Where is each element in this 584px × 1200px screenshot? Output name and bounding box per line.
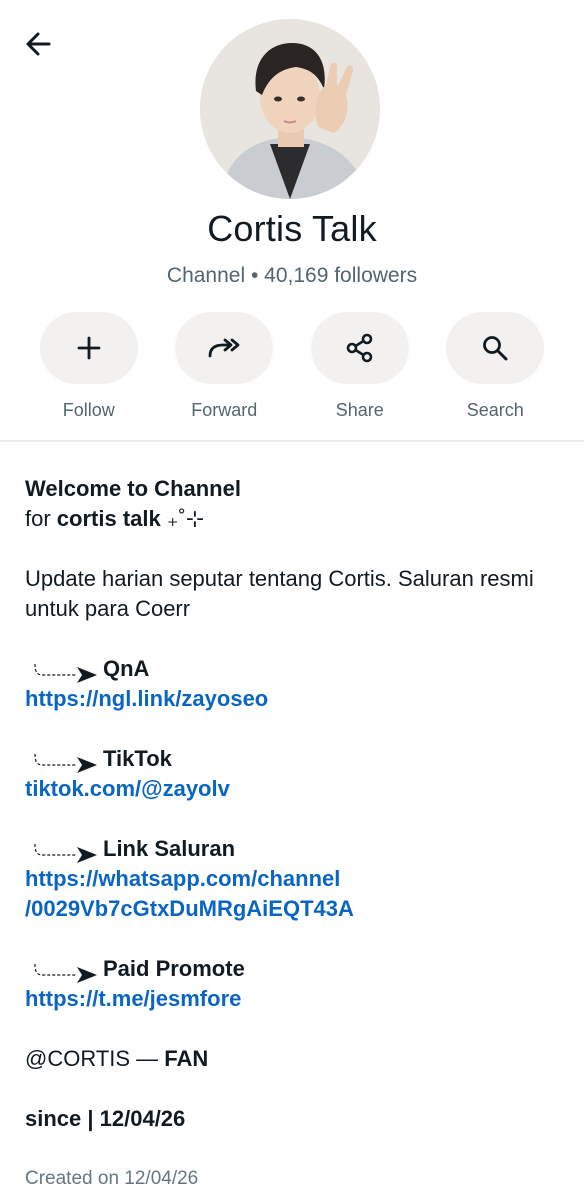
search-label: Search (466, 400, 524, 420)
qna-link[interactable]: https://ngl.link/zayoseo (25, 684, 564, 714)
arrow-left-icon (26, 32, 51, 56)
section-heading-tiktok: TikTok (25, 744, 564, 774)
forward-button[interactable]: Forward (157, 312, 291, 421)
sparkle-text: ₊˚⊹ (160, 506, 205, 531)
follow-button[interactable]: Follow (22, 312, 156, 421)
update-text: Update harian seputar tentang Cortis. Sa… (25, 566, 534, 621)
section-heading-paid-promote: Paid Promote (25, 954, 564, 984)
whatsapp-channel-link[interactable]: https://whatsapp.com/channel (25, 864, 564, 894)
curved-arrow-icon (34, 963, 97, 983)
share-icon (346, 333, 373, 363)
tiktok-link[interactable]: tiktok.com/@zayolv (25, 774, 564, 804)
curved-arrow-icon (34, 843, 97, 863)
section-heading-link-saluran: Link Saluran (25, 834, 564, 864)
plus-icon (77, 336, 101, 360)
channel-avatar[interactable] (200, 19, 380, 199)
telegram-link[interactable]: https://t.me/jesmfore (25, 984, 564, 1014)
search-button[interactable]: Search (428, 312, 562, 421)
for-name: cortis talk (56, 506, 161, 531)
divider (0, 440, 584, 442)
share-button[interactable]: Share (293, 312, 427, 421)
action-bar: Follow Forward Share Search (0, 312, 584, 421)
curved-arrow-icon (34, 663, 97, 683)
fan-line: @CORTIS — FAN (25, 1046, 209, 1071)
curved-arrow-icon (34, 753, 97, 773)
since-line: since | 12/04/26 (25, 1106, 186, 1131)
section-heading-qna: QnA (25, 654, 564, 684)
whatsapp-channel-link-cont[interactable]: /0029Vb7cGtxDuMRgAiEQT43A (25, 894, 564, 924)
forward-icon (208, 338, 240, 358)
channel-subtitle: Channel • 40,169 followers (166, 264, 418, 287)
created-date: Created on 12/04/26 (25, 1168, 199, 1189)
channel-name: Cortis Talk (207, 208, 377, 249)
forward-label: Forward (191, 400, 258, 420)
follow-label: Follow (62, 400, 115, 420)
share-label: Share (335, 400, 384, 420)
back-button[interactable] (16, 24, 60, 64)
search-icon (483, 336, 508, 361)
welcome-title: Welcome to Channel (25, 476, 241, 501)
channel-description: Welcome to Channel for cortis talk ₊˚⊹ U… (25, 472, 564, 1134)
for-line: for cortis talk ₊˚⊹ (25, 506, 205, 531)
